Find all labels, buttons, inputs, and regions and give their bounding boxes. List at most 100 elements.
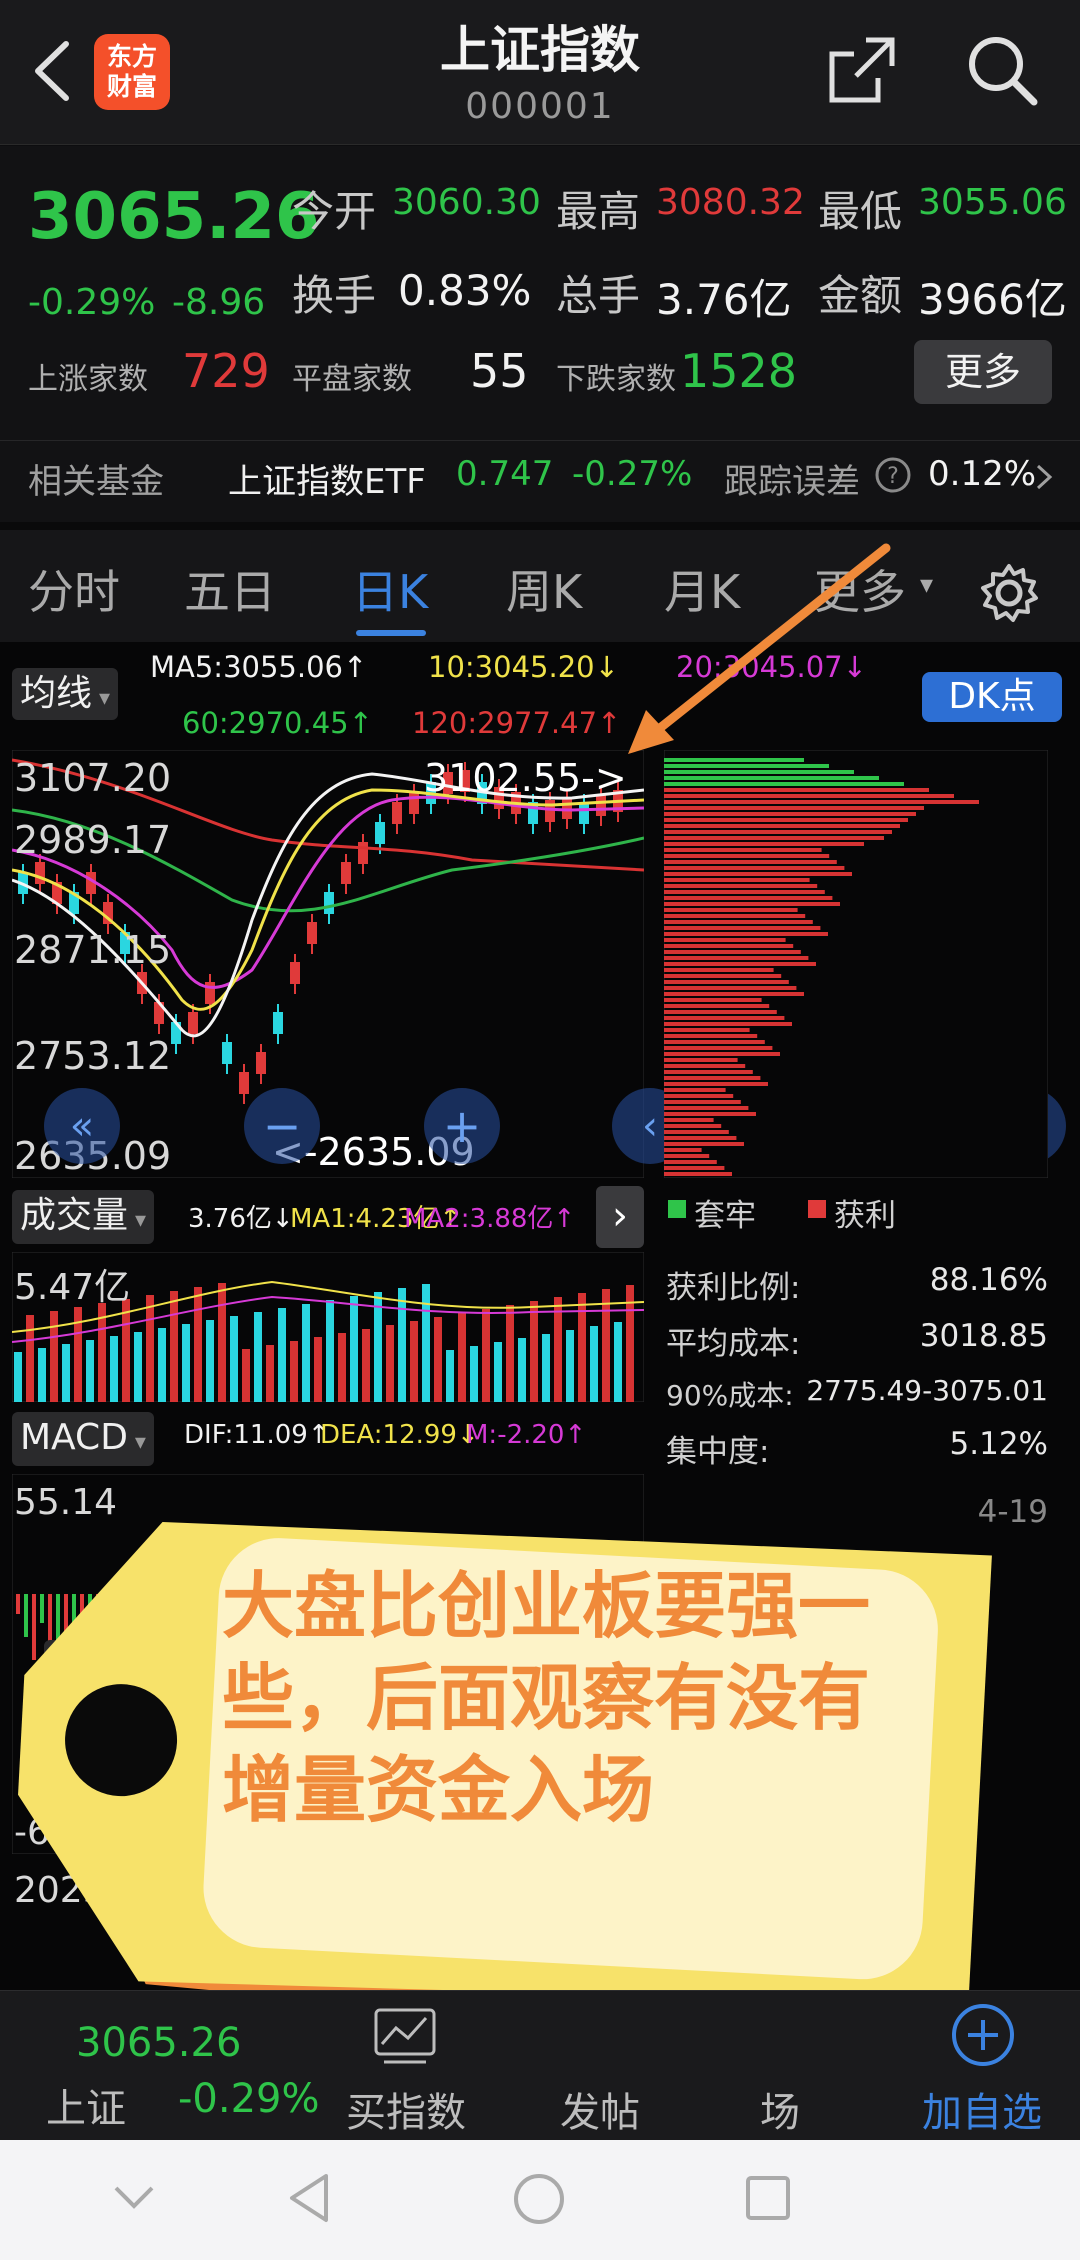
candle-body [188, 1012, 198, 1034]
chip-bar [664, 944, 794, 948]
flat-count-value: 55 [470, 344, 529, 398]
chip-bar [664, 926, 821, 930]
chip-bar [664, 1148, 702, 1152]
chip-bar [664, 1052, 780, 1056]
stock-code: 000001 [465, 86, 615, 127]
high-value: 3080.32 [656, 182, 805, 223]
volume-bar [602, 1289, 610, 1402]
dk-point-button[interactable]: DK点 [922, 672, 1062, 722]
candle-body [324, 892, 334, 914]
chip-bar [664, 866, 845, 870]
zoom-out-button[interactable]: − [244, 1088, 320, 1164]
chip-bar [664, 914, 806, 918]
chip-bar [664, 1094, 734, 1098]
chevron-down-icon[interactable] [112, 2180, 156, 2214]
tab-weekly-k[interactable]: 周K [506, 556, 582, 622]
chip-bar [664, 986, 797, 990]
volume-bar [86, 1340, 94, 1402]
scroll-left-fast-button[interactable]: « [44, 1088, 120, 1164]
volume-bar [506, 1305, 514, 1402]
chip-bar [664, 1064, 746, 1068]
volume-label: 总手 [556, 271, 641, 320]
volume-bar [38, 1348, 46, 1402]
help-icon[interactable]: ? [874, 456, 912, 494]
ma10-value: 10:3045.20↓ [428, 650, 619, 684]
trapped-legend-label: 套牢 [694, 1198, 756, 1234]
avg-cost-value: 3018.85 [919, 1318, 1048, 1354]
hidden-tab-label[interactable]: 场 [740, 2080, 820, 2138]
nav-back-icon[interactable] [286, 2172, 332, 2224]
period-tabs: 分时 五日 日K 周K 月K 更多 ▾ [0, 522, 1080, 642]
trapped-legend-swatch [668, 1200, 686, 1218]
volume-ma2: MA2:3.88亿↑ [404, 1204, 576, 1234]
candle-body [562, 797, 572, 819]
chip-bar [664, 1040, 765, 1044]
chip-bar [664, 1004, 770, 1008]
volume-bar [158, 1328, 166, 1402]
y-axis-label-3: 2871.15 [14, 928, 172, 972]
volume-bar [446, 1350, 454, 1402]
volume-value: 3.76亿↓ [188, 1204, 294, 1234]
volume-bar [170, 1291, 178, 1402]
candle-body [375, 822, 385, 844]
volume-bar [374, 1292, 382, 1402]
add-watchlist-icon[interactable] [950, 2002, 1016, 2068]
chart-icon[interactable] [372, 2006, 438, 2066]
bottom-change: -0.29% [178, 2076, 320, 2122]
volume-bar [206, 1320, 214, 1402]
expand-indicators-button[interactable]: › [596, 1186, 644, 1248]
fund-change: -0.27% [572, 454, 693, 494]
annotation-arrow-icon [628, 543, 891, 754]
post-button[interactable]: 发帖 [530, 2080, 670, 2138]
candle-body [579, 802, 589, 824]
nav-recents-icon[interactable] [744, 2174, 792, 2222]
bottom-price: 3065.26 [76, 2020, 242, 2066]
turnover-label: 换手 [292, 271, 377, 320]
volume-bar [110, 1336, 118, 1402]
tracking-error-label: 跟踪误差 [724, 462, 860, 502]
chip-bar [664, 1142, 744, 1146]
candle-body [341, 862, 351, 884]
volume-bar [590, 1326, 598, 1402]
volume-bar [242, 1349, 250, 1402]
chip-bar [664, 1034, 758, 1038]
chevron-right-icon[interactable] [1034, 462, 1056, 492]
tab-daily-k[interactable]: 日K [352, 556, 428, 622]
search-icon[interactable] [964, 32, 1040, 108]
volume-bar [146, 1295, 154, 1402]
nav-home-icon[interactable] [512, 2172, 566, 2226]
candle-body [409, 792, 419, 814]
buy-index-button[interactable]: 买指数 [336, 2080, 476, 2138]
chip-bar [664, 896, 833, 900]
tab-intraday[interactable]: 分时 [28, 556, 120, 622]
zoom-in-button[interactable]: + [424, 1088, 500, 1164]
volume-selector-button[interactable]: 成交量 ▾ [12, 1190, 155, 1244]
chip-bar [664, 794, 954, 798]
chip-bar [664, 1160, 717, 1164]
up-count-label: 上涨家数 [28, 362, 148, 397]
chip-bar [664, 902, 840, 906]
volume-bar [458, 1313, 466, 1402]
volume-bar [350, 1296, 358, 1402]
gear-icon[interactable] [976, 560, 1042, 626]
chip-bar [664, 1118, 714, 1122]
chip-bar [664, 920, 813, 924]
chip-bar [664, 818, 908, 822]
svg-text:?: ? [887, 464, 899, 489]
add-watchlist-button[interactable]: 加自选 [912, 2080, 1052, 2138]
fund-name[interactable]: 上证指数ETF [228, 454, 426, 503]
low-value: 3055.06 [918, 182, 1067, 223]
chip-bar [664, 1166, 725, 1170]
chip-bar [664, 782, 904, 786]
ma-selector-button[interactable]: 均线 ▾ [12, 668, 119, 720]
avg-cost-label: 平均成本: [666, 1326, 801, 1362]
chip-bar [664, 764, 829, 768]
volume-bar [338, 1333, 346, 1402]
change-amount: -8.96 [172, 282, 266, 323]
amount-value: 3966亿 [918, 275, 1067, 324]
more-stats-button[interactable]: 更多 [914, 340, 1052, 404]
tab-five-day[interactable]: 五日 [184, 556, 276, 622]
y-axis-label-2: 2989.17 [14, 818, 172, 862]
chip-bar [664, 1088, 726, 1092]
share-icon[interactable] [826, 34, 898, 106]
